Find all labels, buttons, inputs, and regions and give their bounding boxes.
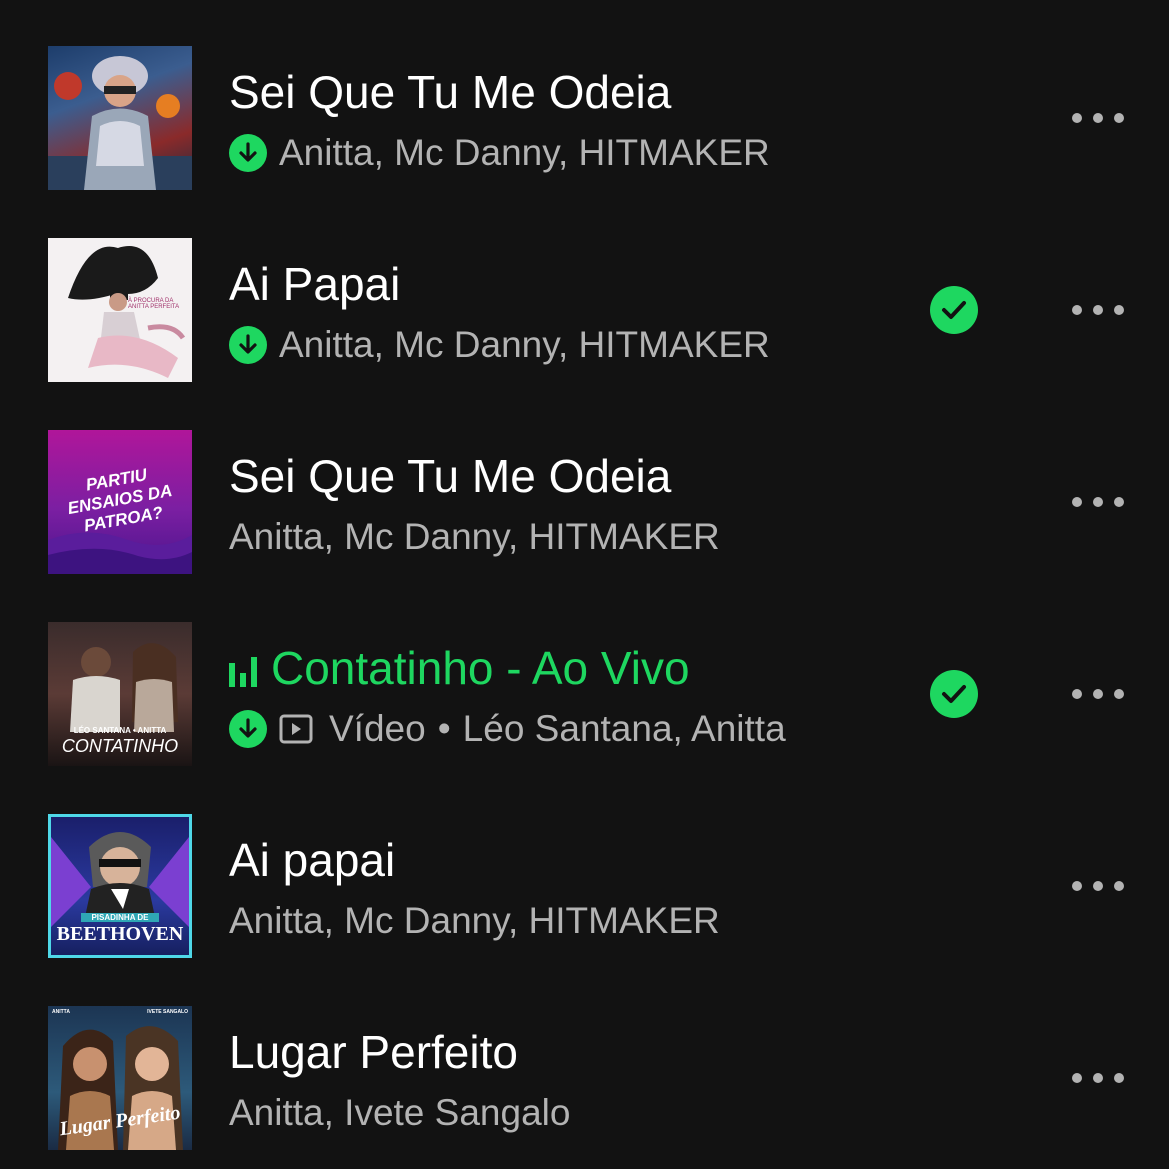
separator: • (437, 708, 451, 749)
album-art: À PROCURA DA ANITTA PERFEITA (48, 238, 192, 382)
album-art: ANITTA IVETE SANGALO Lugar Perfeito (48, 1006, 192, 1150)
track-subtitle: Vídeo • Léo Santana, Anitta (229, 707, 786, 751)
more-options-icon (1072, 1073, 1082, 1083)
more-options-icon (1072, 689, 1082, 699)
track-artists: Léo Santana, Anitta (462, 708, 786, 749)
download-arrow-icon (229, 134, 267, 172)
album-art-caption: LÉO SANTANA • ANITTA (73, 726, 167, 735)
track-subtitle: Anitta, Ivete Sangalo (229, 1091, 570, 1135)
equalizer-icon (229, 656, 257, 687)
track-row[interactable]: Sei Que Tu Me Odeia Anitta, Mc Danny, HI… (0, 0, 1169, 192)
album-art: PARTIU ENSAIOS DA PATROA? (48, 430, 192, 574)
track-artists: Anitta, Mc Danny, HITMAKER (279, 132, 770, 173)
album-art-caption: À PROCURA DA ANITTA PERFEITA (128, 298, 180, 310)
track-artists: Anitta, Mc Danny, HITMAKER (229, 516, 720, 557)
album-art-label-left: ANITTA (52, 1009, 70, 1015)
video-icon (279, 714, 313, 744)
liked-check-icon[interactable] (930, 670, 978, 718)
download-arrow-icon (229, 710, 267, 748)
album-art (48, 46, 192, 190)
more-options-icon (1072, 497, 1082, 507)
track-title: Sei Que Tu Me Odeia (229, 66, 672, 118)
track-subtitle: Anitta, Mc Danny, HITMAKER (229, 323, 770, 367)
track-artists: Anitta, Mc Danny, HITMAKER (279, 324, 770, 365)
more-options-icon (1072, 305, 1082, 315)
more-options-button[interactable] (1066, 484, 1130, 520)
more-options-button[interactable] (1066, 292, 1130, 328)
track-title-playing: Contatinho - Ao Vivo (229, 642, 690, 694)
track-subtitle: Anitta, Mc Danny, HITMAKER (229, 515, 720, 559)
more-options-icon (1072, 113, 1082, 123)
track-subtitle: Anitta, Mc Danny, HITMAKER (229, 131, 770, 175)
track-title: Ai papai (229, 834, 396, 886)
track-row[interactable]: PARTIU ENSAIOS DA PATROA? Sei Que Tu Me … (0, 384, 1169, 576)
track-row[interactable]: LÉO SANTANA • ANITTA CONTATINHO Contatin… (0, 576, 1169, 768)
track-title: Lugar Perfeito (229, 1026, 518, 1078)
liked-check-icon[interactable] (930, 286, 978, 334)
track-title: Ai Papai (229, 258, 401, 310)
album-art-caption: PISADINHA DE (81, 913, 159, 922)
download-arrow-icon (229, 326, 267, 364)
more-options-button[interactable] (1066, 1060, 1130, 1096)
album-art: LÉO SANTANA • ANITTA CONTATINHO (48, 622, 192, 766)
album-art: PISADINHA DE BEETHOVEN (48, 814, 192, 958)
more-options-icon (1072, 881, 1082, 891)
track-row[interactable]: PISADINHA DE BEETHOVEN Ai papai Anitta, … (0, 768, 1169, 960)
video-label: Vídeo (329, 708, 426, 749)
album-art-title: BEETHOVEN (56, 923, 184, 945)
track-row[interactable]: À PROCURA DA ANITTA PERFEITA Ai Papai An… (0, 192, 1169, 384)
more-options-button[interactable] (1066, 868, 1130, 904)
more-options-button[interactable] (1066, 676, 1130, 712)
track-list: Sei Que Tu Me Odeia Anitta, Mc Danny, HI… (0, 0, 1169, 1169)
track-row[interactable]: ANITTA IVETE SANGALO Lugar Perfeito Luga… (0, 960, 1169, 1152)
album-art-label-right: IVETE SANGALO (147, 1009, 188, 1015)
track-title: Sei Que Tu Me Odeia (229, 450, 672, 502)
album-art-title: CONTATINHO (61, 736, 179, 756)
track-artists: Anitta, Mc Danny, HITMAKER (229, 900, 720, 941)
track-artists: Anitta, Ivete Sangalo (229, 1092, 571, 1133)
more-options-button[interactable] (1066, 100, 1130, 136)
track-subtitle: Anitta, Mc Danny, HITMAKER (229, 899, 720, 943)
